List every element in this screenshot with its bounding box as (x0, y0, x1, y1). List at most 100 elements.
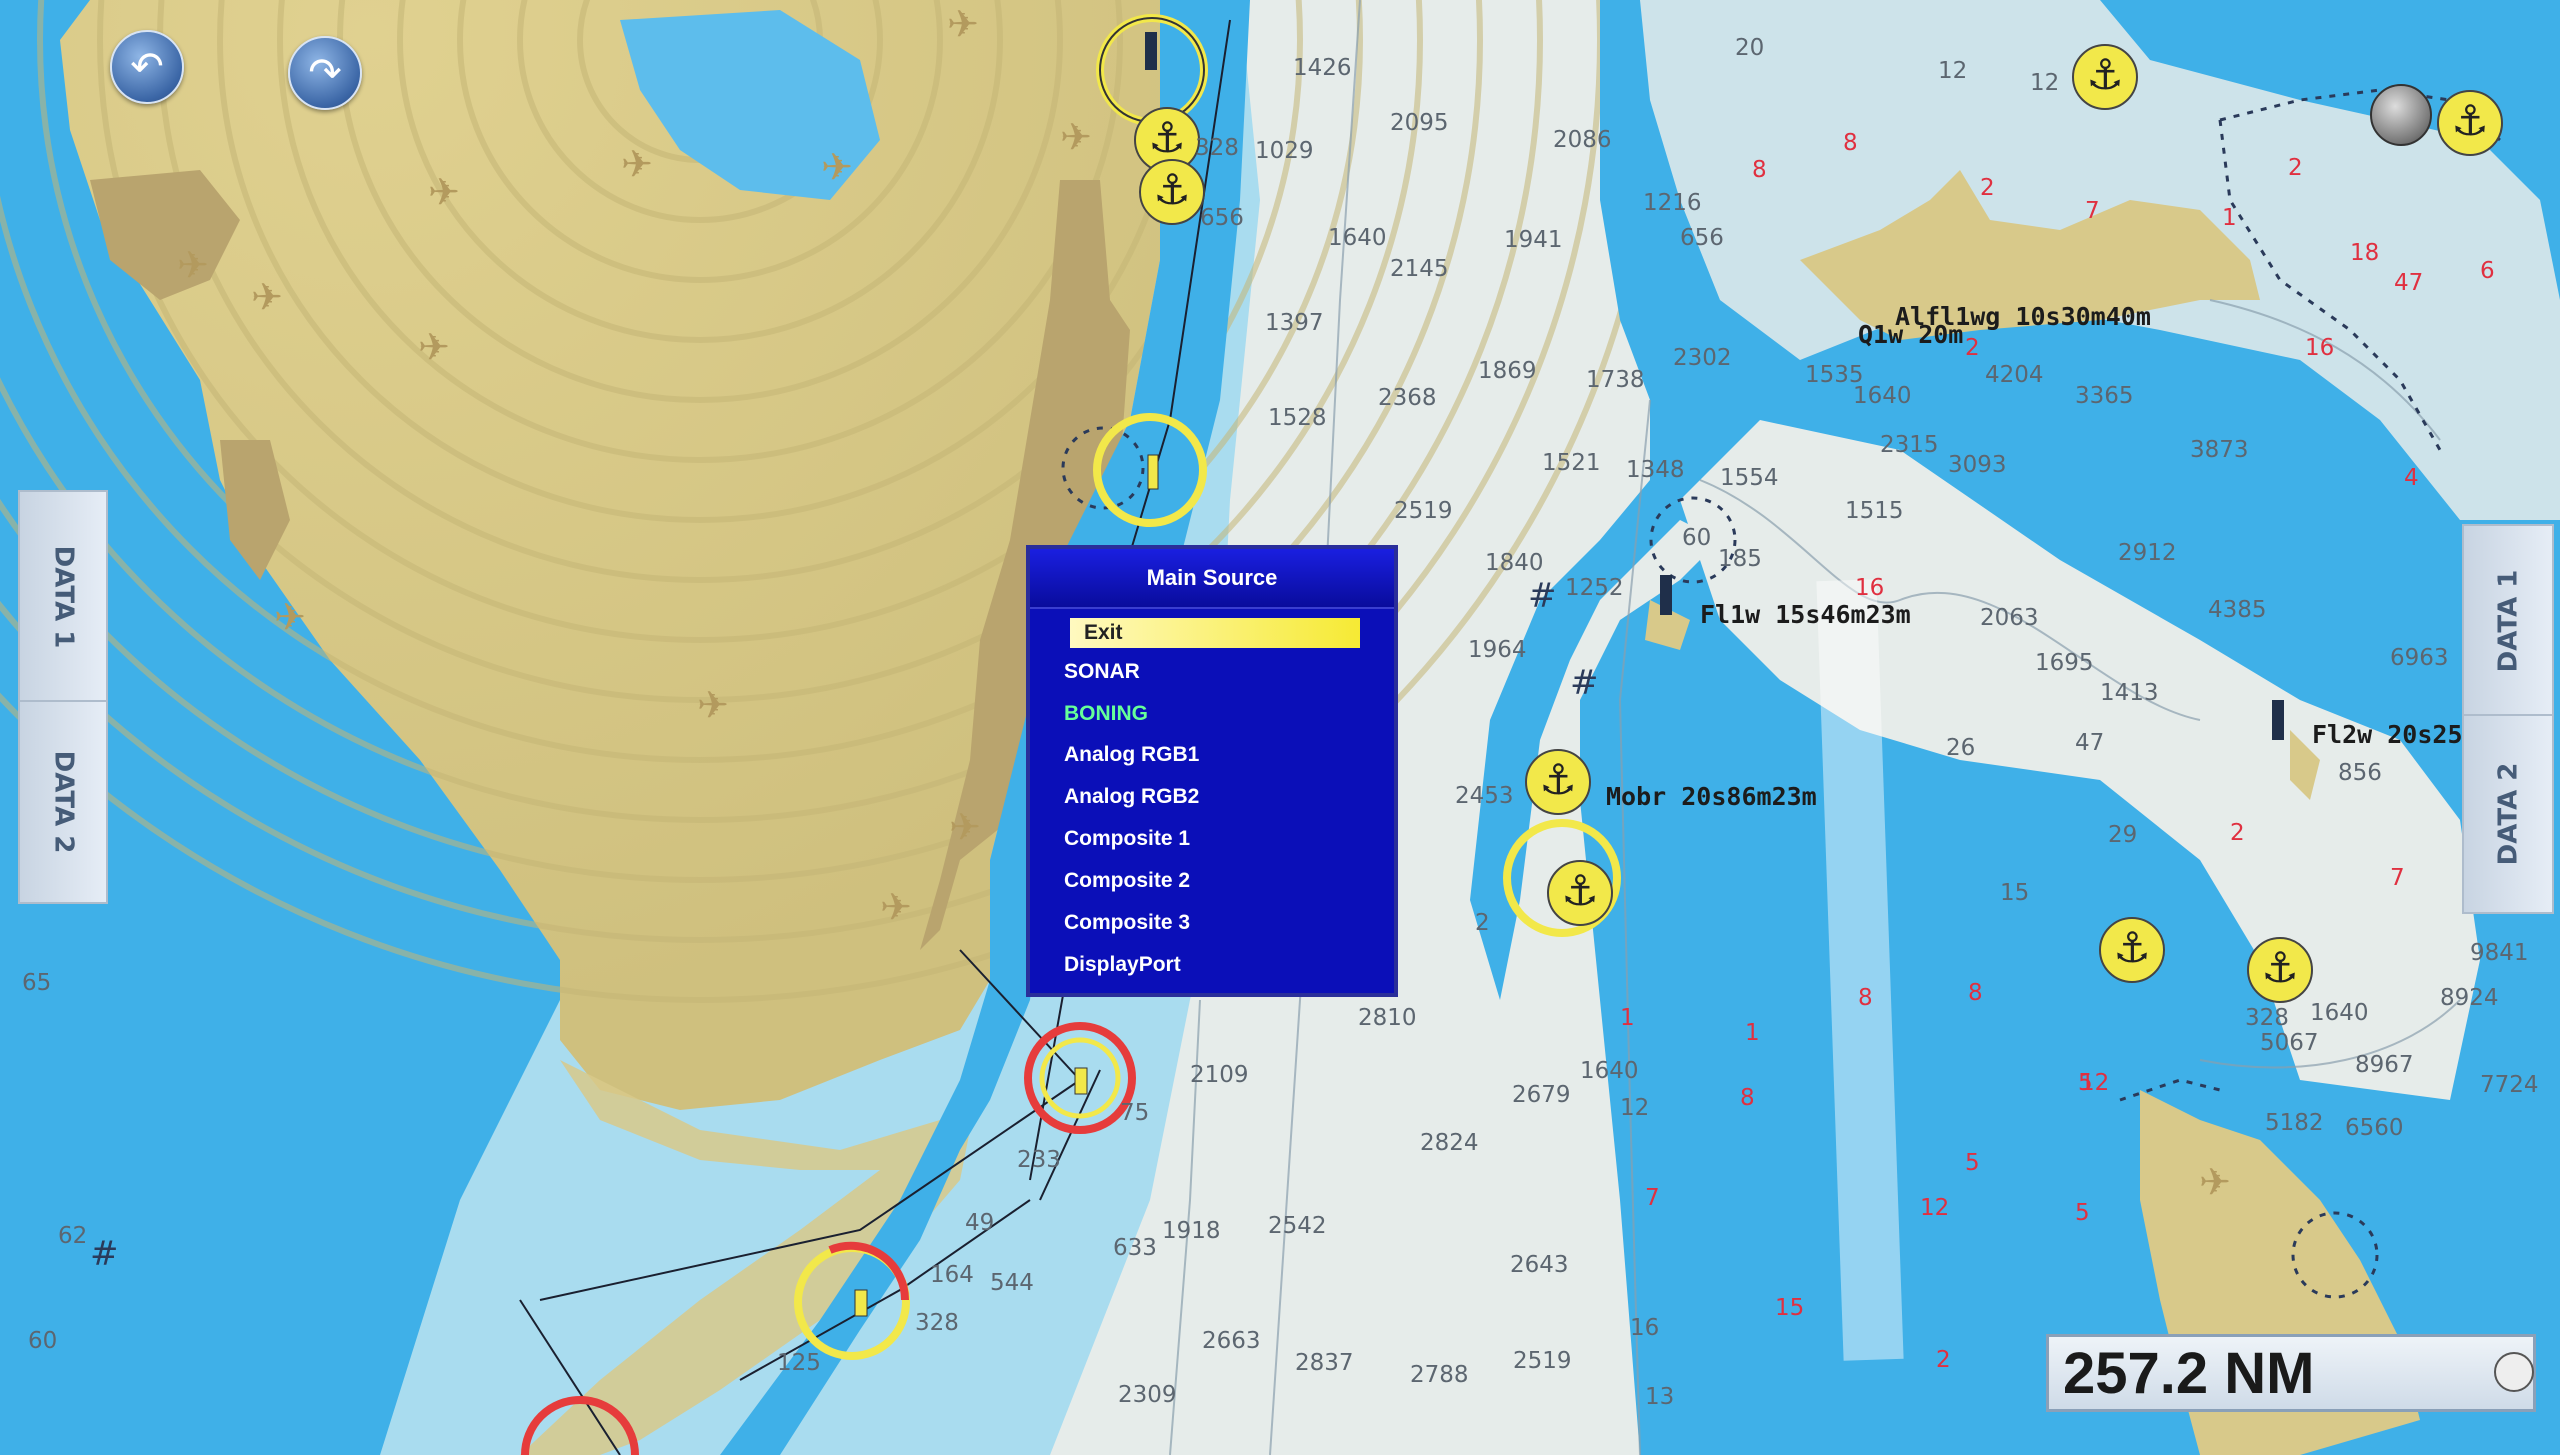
svg-text:⚓: ⚓ (2086, 50, 2124, 99)
depth-sounding: 1 (1745, 1020, 1760, 1046)
light-label-q1w: Q1w 20m (1858, 320, 1964, 349)
menu-item-boning[interactable]: BONING (1064, 699, 1364, 729)
depth-sounding: 2145 (1390, 256, 1449, 282)
redo-arrow-icon: ↷ (308, 50, 342, 96)
svg-text:✈: ✈ (2199, 1160, 2231, 1204)
depth-sounding: 1640 (1328, 225, 1387, 251)
depth-sounding: 2542 (1268, 1213, 1327, 1239)
depth-sounding: 1964 (1468, 637, 1527, 663)
undo-arrow-icon: ↶ (130, 44, 164, 90)
svg-text:⚓: ⚓ (2451, 96, 2489, 145)
data2-tab-label: DATA 2 (48, 750, 79, 854)
data1-tab-right[interactable]: DATA 1 (2462, 524, 2554, 718)
depth-sounding: 2109 (1190, 1062, 1249, 1088)
depth-sounding: 2837 (1295, 1350, 1354, 1376)
depth-sounding: 75 (1120, 1100, 1150, 1126)
depth-sounding: 2 (1980, 175, 1995, 201)
svg-text:✈: ✈ (177, 243, 209, 287)
depth-sounding: 2 (1475, 910, 1490, 936)
menu-item-analog-rgb1[interactable]: Analog RGB1 (1064, 740, 1364, 770)
depth-sounding: 12 (2030, 70, 2060, 96)
svg-text:⚓: ⚓ (1148, 113, 1186, 162)
depth-sounding: 5 (1965, 1150, 1980, 1176)
depth-sounding: 125 (777, 1350, 821, 1376)
depth-sounding: 1640 (1853, 383, 1912, 409)
data2-tab-right[interactable]: DATA 2 (2462, 714, 2554, 914)
depth-sounding: 29 (2108, 822, 2138, 848)
depth-sounding: 656 (1680, 225, 1724, 251)
undo-button[interactable]: ↶ (110, 30, 184, 104)
depth-sounding: 2519 (1513, 1348, 1572, 1374)
depth-sounding: 2519 (1394, 498, 1453, 524)
menu-item-composite-2[interactable]: Composite 2 (1064, 866, 1364, 896)
depth-sounding: 12 (2080, 1070, 2110, 1096)
menu-item-analog-rgb2[interactable]: Analog RGB2 (1064, 782, 1364, 812)
depth-sounding: 1695 (2035, 650, 2094, 676)
depth-sounding: 1348 (1626, 457, 1685, 483)
depth-sounding: 47 (2394, 270, 2424, 296)
depth-sounding: 2679 (1512, 1082, 1571, 1108)
depth-sounding: 60 (28, 1328, 58, 1354)
depth-sounding: 12 (1920, 1195, 1950, 1221)
depth-sounding: 1426 (1293, 55, 1352, 81)
svg-text:⚓: ⚓ (1153, 165, 1191, 214)
depth-sounding: 544 (990, 1270, 1034, 1296)
position-indicator[interactable] (2370, 84, 2432, 146)
svg-text:#: # (1570, 663, 1599, 703)
menu-title: Main Source (1030, 549, 1394, 609)
depth-sounding: 2810 (1358, 1005, 1417, 1031)
depth-sounding: 6 (2480, 258, 2495, 284)
depth-sounding: 1216 (1643, 190, 1702, 216)
menu-item-composite-3[interactable]: Composite 3 (1064, 908, 1364, 938)
depth-sounding: 8 (1968, 980, 1983, 1006)
depth-sounding: 2663 (1202, 1328, 1261, 1354)
depth-sounding: 1413 (2100, 680, 2159, 706)
depth-sounding: 62 (58, 1223, 88, 1249)
depth-sounding: 16 (2305, 335, 2335, 361)
depth-sounding: 47 (2075, 730, 2105, 756)
menu-item-composite-1[interactable]: Composite 1 (1064, 824, 1364, 854)
depth-sounding: 1029 (1255, 138, 1314, 164)
svg-text:✈: ✈ (428, 170, 460, 214)
svg-text:✈: ✈ (697, 683, 729, 727)
range-value: 257.2 NM (2063, 1340, 2315, 1406)
depth-sounding: 4 (2404, 465, 2419, 491)
depth-sounding: 8967 (2355, 1052, 2414, 1078)
depth-sounding: 3365 (2075, 383, 2134, 409)
depth-sounding: 1 (1620, 1005, 1635, 1031)
data1-tab-left[interactable]: DATA 1 (18, 490, 108, 704)
depth-sounding: 1252 (1565, 575, 1624, 601)
depth-sounding: 18 (2350, 240, 2380, 266)
depth-sounding: 8 (1740, 1085, 1755, 1111)
depth-sounding: 328 (915, 1310, 959, 1336)
depth-sounding: 2824 (1420, 1130, 1479, 1156)
depth-sounding: 8 (1858, 985, 1873, 1011)
depth-sounding: 2 (2230, 820, 2245, 846)
menu-item-sonar[interactable]: SONAR (1064, 657, 1364, 687)
chart-screen[interactable]: ⚓ ⚓ ⚓ ⚓ ⚓ ⚓ ⚓ ⚓ ✈ ✈ ✈ ✈ ✈ ✈ ✈ ✈ ✈ ✈ ✈ ✈ ✈ # # # (0, 0, 2560, 1455)
depth-sounding: 1515 (1845, 498, 1904, 524)
depth-sounding: 1640 (2310, 1000, 2369, 1026)
depth-sounding: 7 (1645, 1185, 1660, 1211)
svg-text:✈: ✈ (880, 885, 912, 929)
depth-sounding: 2063 (1980, 605, 2039, 631)
svg-text:✈: ✈ (418, 325, 450, 369)
depth-sounding: 6560 (2345, 1115, 2404, 1141)
depth-sounding: 9841 (2470, 940, 2529, 966)
depth-sounding: 26 (1946, 735, 1976, 761)
depth-sounding: 8924 (2440, 985, 2499, 1011)
depth-sounding: 1918 (1162, 1218, 1221, 1244)
svg-text:⚓: ⚓ (2261, 943, 2299, 992)
menu-item-exit[interactable]: Exit (1070, 618, 1360, 648)
depth-sounding: 2086 (1553, 127, 1612, 153)
data2-tab-left[interactable]: DATA 2 (18, 700, 108, 904)
svg-text:⚓: ⚓ (1561, 866, 1599, 915)
menu-item-displayport[interactable]: DisplayPort (1064, 950, 1364, 980)
main-source-menu[interactable]: Main Source Exit SONAR BONING Analog RGB1 An… (1026, 545, 1398, 997)
light-label-fl1w: Fl1w 15s46m23m (1700, 600, 1911, 629)
depth-sounding: 12 (1938, 58, 1968, 84)
range-readout[interactable]: 257.2 NM (2046, 1334, 2536, 1412)
redo-button[interactable]: ↷ (288, 36, 362, 110)
compass-icon[interactable] (2494, 1352, 2534, 1392)
depth-sounding: 2309 (1118, 1382, 1177, 1408)
